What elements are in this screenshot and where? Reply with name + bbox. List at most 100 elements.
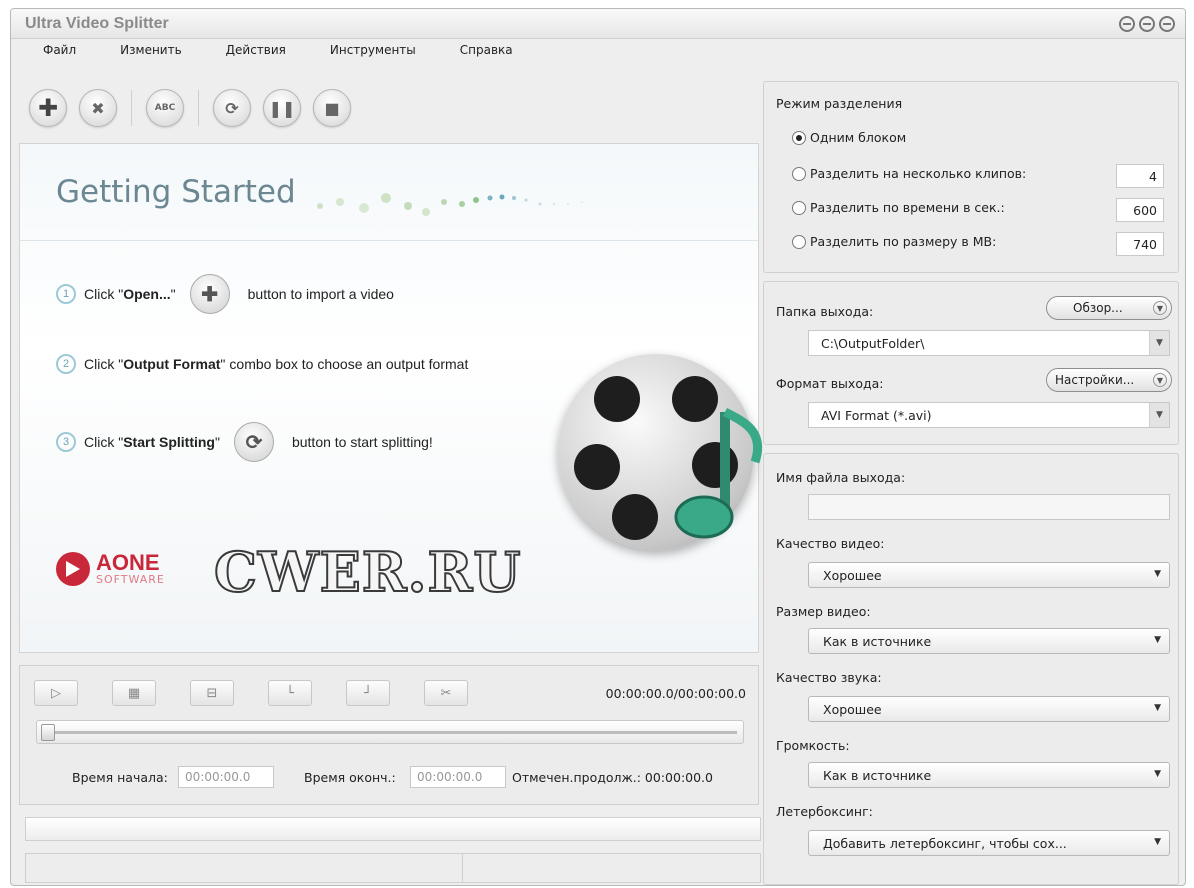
step-text: button to start splitting! bbox=[291, 434, 433, 450]
radio-indicator bbox=[792, 130, 806, 145]
output-folder-combo[interactable]: C:\OutputFolder\ ▼ bbox=[808, 330, 1170, 356]
remove-button[interactable]: ✖ bbox=[79, 89, 117, 127]
aone-logo: AONE SOFTWARE bbox=[56, 549, 165, 586]
step-number: 1 bbox=[56, 284, 76, 304]
stop-button[interactable]: ■ bbox=[313, 89, 351, 127]
radio-indicator bbox=[792, 200, 806, 215]
split-mode-panel: Режим разделения Одним блоком Разделить … bbox=[763, 81, 1179, 273]
aone-logo-icon bbox=[56, 552, 90, 586]
pause-icon: ❚❚ bbox=[268, 98, 296, 118]
radio-single-block[interactable]: Одним блоком bbox=[792, 130, 906, 145]
clips-count-input[interactable]: 4 bbox=[1116, 164, 1164, 188]
chevron-down-icon: ▼ bbox=[1153, 301, 1167, 315]
reel-hole bbox=[612, 494, 658, 540]
slider-thumb[interactable] bbox=[41, 724, 55, 741]
refresh-icon: ⟳ bbox=[245, 431, 263, 454]
chevron-down-icon: ▼ bbox=[1154, 635, 1161, 645]
menu-file[interactable]: Файл bbox=[43, 43, 76, 57]
filename-label: Имя файла выхода: bbox=[776, 470, 906, 485]
video-quality-select[interactable]: Хорошее ▼ bbox=[808, 562, 1170, 588]
menu-actions[interactable]: Действия bbox=[226, 43, 286, 57]
size-mb-input[interactable]: 740 bbox=[1116, 232, 1164, 256]
step-text: button to import a video bbox=[247, 286, 394, 302]
start-time-label: Время начала: bbox=[72, 770, 168, 785]
minimize-button[interactable] bbox=[1119, 15, 1135, 32]
chevron-down-icon: ▼ bbox=[1153, 373, 1167, 387]
progress-bar bbox=[25, 817, 761, 841]
mark-start-icon: └ bbox=[286, 685, 294, 701]
chevron-down-icon: ▼ bbox=[1154, 837, 1161, 847]
cut-button[interactable]: ✂ bbox=[424, 680, 468, 706]
radio-split-size[interactable]: Разделить по размеру в МВ: bbox=[792, 234, 996, 249]
chevron-down-icon: ▼ bbox=[1154, 703, 1161, 713]
output-folder-value: C:\OutputFolder\ bbox=[821, 335, 925, 351]
mark-end-button[interactable]: ┘ bbox=[346, 680, 390, 706]
browse-label: Обзор... bbox=[1073, 301, 1123, 315]
volume-label: Громкость: bbox=[776, 738, 850, 753]
start-splitting-button[interactable]: ⟳ bbox=[213, 89, 251, 127]
volume-value: Как в источнике bbox=[823, 767, 932, 783]
menu-tools[interactable]: Инструменты bbox=[330, 43, 416, 57]
letterbox-select[interactable]: Добавить летербоксинг, чтобы сох... ▼ bbox=[808, 830, 1170, 856]
radio-label: Разделить на несколько клипов: bbox=[810, 166, 1027, 181]
step-prefix: Click " bbox=[84, 286, 124, 302]
toolbar-separator bbox=[131, 90, 132, 126]
step-2: 2 Click " Output Format " combo box to cho… bbox=[56, 354, 468, 374]
output-format-combo[interactable]: AVI Format (*.avi) ▼ bbox=[808, 402, 1170, 428]
volume-select[interactable]: Как в источнике ▼ bbox=[808, 762, 1170, 788]
plus-icon: ✚ bbox=[37, 94, 59, 122]
audio-quality-value: Хорошее bbox=[823, 701, 882, 717]
plus-icon: ✚ bbox=[201, 283, 219, 306]
filename-input[interactable] bbox=[808, 494, 1170, 520]
radio-split-clips[interactable]: Разделить на несколько клипов: bbox=[792, 166, 1026, 181]
step-prefix: Click " bbox=[84, 356, 124, 372]
seek-slider[interactable] bbox=[36, 720, 744, 744]
step-prefix: Click " bbox=[84, 434, 124, 450]
options-panel: Имя файла выхода: Качество видео: Хороше… bbox=[763, 453, 1179, 885]
output-format-label: Формат выхода: bbox=[776, 376, 884, 391]
menu-edit[interactable]: Изменить bbox=[120, 43, 182, 57]
radio-split-time[interactable]: Разделить по времени в сек.: bbox=[792, 200, 1005, 215]
mark-start-button[interactable]: └ bbox=[268, 680, 312, 706]
settings-button[interactable]: Настройки... ▼ bbox=[1046, 368, 1172, 392]
status-divider bbox=[462, 854, 463, 882]
step-bold: Open... bbox=[123, 286, 171, 302]
radio-label: Разделить по размеру в МВ: bbox=[810, 234, 997, 249]
browse-button[interactable]: Обзор... ▼ bbox=[1046, 296, 1172, 320]
split-view-button[interactable]: ⊟ bbox=[190, 680, 234, 706]
refresh-icon: ⟳ bbox=[225, 98, 239, 118]
scissors-icon: ✂ bbox=[440, 685, 452, 701]
end-time-input[interactable]: 00:00:00.0 bbox=[410, 766, 506, 788]
watermark-logo: CWER.RU bbox=[213, 539, 522, 605]
start-time-input[interactable]: 00:00:00.0 bbox=[178, 766, 274, 788]
mark-end-icon: ┘ bbox=[364, 685, 372, 701]
frames-button[interactable]: ▦ bbox=[112, 680, 156, 706]
window-title: Ultra Video Splitter bbox=[25, 14, 169, 32]
open-button[interactable]: ✚ bbox=[29, 89, 67, 127]
time-seconds-input[interactable]: 600 bbox=[1116, 198, 1164, 222]
step-1: 1 Click " Open... " ✚ button to import a v… bbox=[56, 274, 394, 314]
reel-hole bbox=[574, 444, 620, 490]
chevron-down-icon: ▼ bbox=[1149, 403, 1169, 427]
step-bold: Output Format bbox=[123, 356, 221, 372]
maximize-icon bbox=[1143, 22, 1151, 25]
remove-icon: ✖ bbox=[91, 98, 105, 118]
step-number: 2 bbox=[56, 354, 76, 374]
video-quality-value: Хорошее bbox=[823, 567, 882, 583]
pause-button[interactable]: ❚❚ bbox=[263, 89, 301, 127]
aone-name: AONE bbox=[96, 549, 160, 575]
stop-icon: ■ bbox=[324, 98, 340, 118]
abc-icon: ABC bbox=[154, 103, 176, 113]
menu-help[interactable]: Справка bbox=[460, 43, 513, 57]
play-button[interactable]: ▷ bbox=[34, 680, 78, 706]
app-window: Ultra Video Splitter Файл Изменить Дейст… bbox=[10, 8, 1186, 886]
music-note-icon bbox=[674, 407, 763, 539]
step-3: 3 Click " Start Splitting " ⟳ button to st… bbox=[56, 422, 433, 462]
rename-button[interactable]: ABC bbox=[146, 89, 184, 127]
step-bold: Start Splitting bbox=[123, 434, 215, 450]
audio-quality-select[interactable]: Хорошее ▼ bbox=[808, 696, 1170, 722]
video-size-select[interactable]: Как в источнике ▼ bbox=[808, 628, 1170, 654]
close-button[interactable] bbox=[1159, 15, 1175, 32]
maximize-button[interactable] bbox=[1139, 15, 1155, 32]
chevron-down-icon: ▼ bbox=[1149, 331, 1169, 355]
